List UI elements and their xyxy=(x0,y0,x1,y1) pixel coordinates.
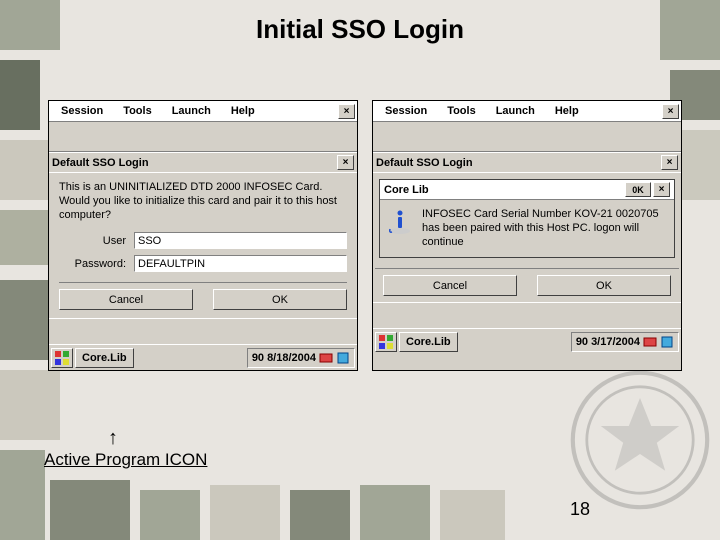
menubar-right: Session Tools Launch Help × xyxy=(373,101,681,122)
dialog-body-left: This is an UNINITIALIZED DTD 2000 INFOSE… xyxy=(49,172,357,318)
info-icon xyxy=(386,208,414,236)
tray-number: 90 xyxy=(252,352,264,364)
taskbar-app-corelib[interactable]: Core.Lib xyxy=(75,348,134,368)
cancel-button[interactable]: Cancel xyxy=(383,275,517,296)
taskbar-left: Core.Lib 90 8/18/2004 xyxy=(49,344,357,370)
corelib-titlebar: Core Lib 0K × xyxy=(380,180,674,200)
tray-date: 3/17/2004 xyxy=(591,336,640,348)
spacer xyxy=(373,302,681,328)
menu-help[interactable]: Help xyxy=(545,102,589,120)
menu-launch[interactable]: Launch xyxy=(486,102,545,120)
tray-icon[interactable] xyxy=(336,351,350,365)
user-input[interactable] xyxy=(134,232,347,249)
left-window: Session Tools Launch Help × Default SSO … xyxy=(48,100,358,371)
annotation-label: Active Program ICON xyxy=(44,450,207,470)
system-tray-left: 90 8/18/2004 xyxy=(247,348,355,368)
page-number: 18 xyxy=(570,499,590,520)
menu-tools[interactable]: Tools xyxy=(113,102,162,120)
menu-help[interactable]: Help xyxy=(221,102,265,120)
tray-date: 8/18/2004 xyxy=(267,352,316,364)
close-icon[interactable]: × xyxy=(662,104,679,119)
cancel-button[interactable]: Cancel xyxy=(59,289,193,310)
dialog-title: Default SSO Login xyxy=(376,157,473,169)
tray-icon[interactable] xyxy=(319,351,333,365)
password-label: Password: xyxy=(59,258,134,270)
start-button[interactable] xyxy=(375,332,397,352)
seal-watermark xyxy=(570,370,710,510)
close-icon[interactable]: × xyxy=(337,155,354,170)
close-icon[interactable]: × xyxy=(653,182,670,197)
corelib-dialog: Core Lib 0K × INFOSEC Card Serial Number… xyxy=(379,179,675,258)
menu-launch[interactable]: Launch xyxy=(162,102,221,120)
password-input[interactable] xyxy=(134,255,347,272)
start-button[interactable] xyxy=(51,348,73,368)
spacer xyxy=(49,318,357,344)
right-window: Session Tools Launch Help × Default SSO … xyxy=(372,100,682,371)
arrow-up-icon: ↑ xyxy=(108,428,118,448)
tray-icon[interactable] xyxy=(660,335,674,349)
menu-tools[interactable]: Tools xyxy=(437,102,486,120)
dialog-title: Default SSO Login xyxy=(52,157,149,169)
corelib-title: Core Lib xyxy=(384,184,429,196)
corelib-message: INFOSEC Card Serial Number KOV-21 002070… xyxy=(422,208,668,249)
dialog-message: This is an UNINITIALIZED DTD 2000 INFOSE… xyxy=(59,181,347,222)
dialog-titlebar-right: Default SSO Login × xyxy=(373,152,681,172)
system-tray-right: 90 3/17/2004 xyxy=(571,332,679,352)
menubar-left: Session Tools Launch Help × xyxy=(49,101,357,122)
toolbar-gap xyxy=(373,122,681,152)
ok-button[interactable]: OK xyxy=(213,289,347,310)
dialog-titlebar-left: Default SSO Login × xyxy=(49,152,357,172)
ok-button-small[interactable]: 0K xyxy=(625,182,651,197)
close-icon[interactable]: × xyxy=(338,104,355,119)
toolbar-gap xyxy=(49,122,357,152)
tray-number: 90 xyxy=(576,336,588,348)
ok-button[interactable]: OK xyxy=(537,275,671,296)
taskbar-app-corelib[interactable]: Core.Lib xyxy=(399,332,458,352)
user-label: User xyxy=(59,235,134,247)
slide-title: Initial SSO Login xyxy=(0,14,720,45)
close-icon[interactable]: × xyxy=(661,155,678,170)
tray-icon[interactable] xyxy=(643,335,657,349)
taskbar-right: Core.Lib 90 3/17/2004 xyxy=(373,328,681,354)
menu-session[interactable]: Session xyxy=(51,102,113,120)
menu-session[interactable]: Session xyxy=(375,102,437,120)
